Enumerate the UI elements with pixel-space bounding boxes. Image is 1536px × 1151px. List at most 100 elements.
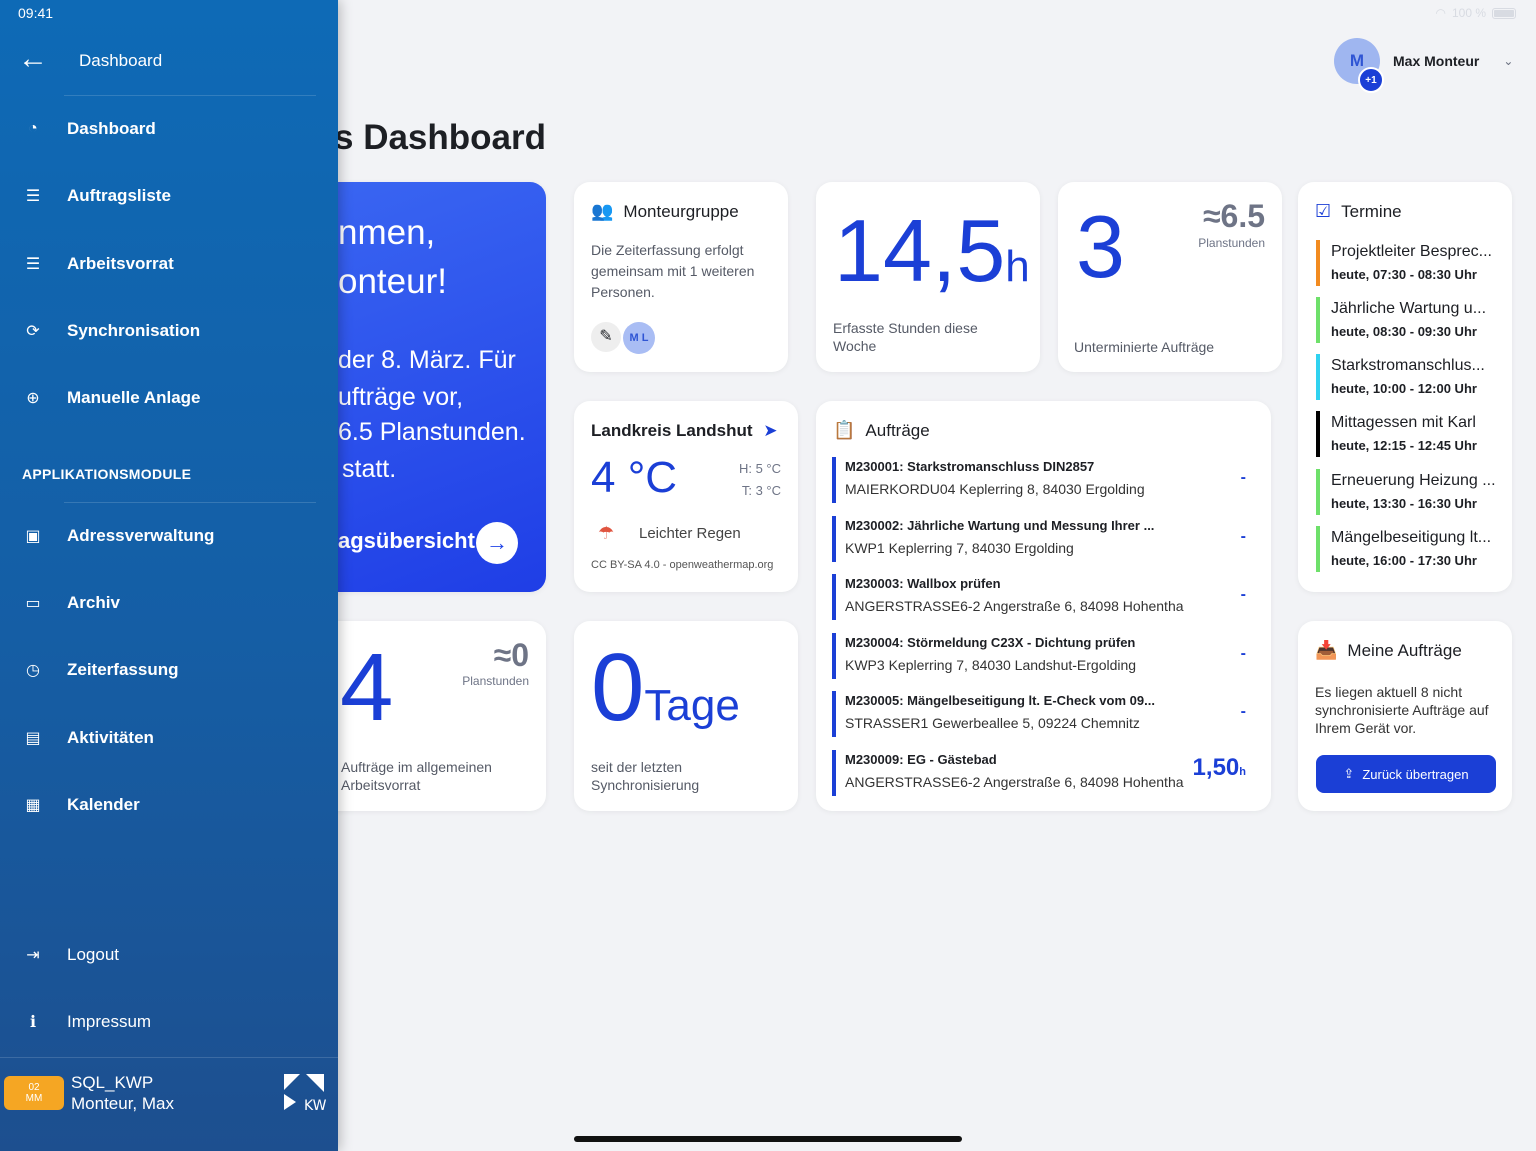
- sidebar-item-synchronisation[interactable]: ⟳ Synchronisation: [0, 311, 338, 351]
- chevron-down-icon[interactable]: ⌄: [1503, 54, 1513, 68]
- sidebar-item-auftragsliste[interactable]: ☰ Auftragsliste: [0, 176, 338, 216]
- battery-icon: [1492, 7, 1516, 19]
- order-item[interactable]: M230003: Wallbox prüfen ANGERSTRASSE6-2 A…: [832, 574, 1252, 620]
- calendar-check-icon: ☑: [1315, 201, 1332, 221]
- sidebar: ← Dashboard ◔ Dashboard ☰ Auftragsliste …: [0, 0, 338, 1151]
- unscheduled-card[interactable]: 3 ≈6.5 Planstunden Unterminierte Aufträg…: [1058, 182, 1282, 372]
- user-menu[interactable]: M +1 Max Monteur ⌄: [1334, 38, 1513, 93]
- order-item[interactable]: M230001: Starkstromanschluss DIN2857 MAIE…: [832, 457, 1252, 503]
- back-arrow-icon[interactable]: ←: [18, 44, 48, 74]
- welcome-link[interactable]: agsübersicht: [338, 528, 475, 554]
- svg-text:KWP: KWP: [304, 1098, 326, 1114]
- sync-label: seit der letzten Synchronisierung: [591, 759, 700, 793]
- list-icon: ☰: [25, 256, 41, 273]
- order-hours-value: -: [1240, 645, 1246, 662]
- hours-unit: h: [1005, 242, 1030, 291]
- general-value: 4: [340, 634, 394, 741]
- sidebar-item-zeiterfassung[interactable]: ◷ Zeiterfassung: [0, 650, 338, 690]
- order-item[interactable]: M230009: EG - Gästebad ANGERSTRASSE6-2 An…: [832, 750, 1252, 796]
- appointment-title: Mängelbeseitigung lt...: [1331, 529, 1492, 546]
- order-item[interactable]: M230005: Mängelbeseitigung lt. E-Check v…: [832, 691, 1252, 737]
- avatar[interactable]: M +1: [1334, 38, 1384, 93]
- sidebar-item-logout[interactable]: ⇥ Logout: [0, 935, 338, 975]
- weather-low: T: 3 °C: [741, 483, 781, 498]
- appointment-title: Starkstromanschlus...: [1331, 357, 1485, 374]
- order-hours: -: [1241, 469, 1246, 487]
- appointment-time: heute, 13:30 - 16:30 Uhr: [1331, 496, 1477, 511]
- user-badge-top: 02: [28, 1082, 40, 1093]
- order-address: MAIERKORDU04 Keplerring 8, 84030 Ergoldi…: [845, 481, 1145, 497]
- weather-credit: CC BY-SA 4.0 - openweathermap.org: [591, 559, 774, 571]
- appointment-title: Erneuerung Heizung ...: [1331, 472, 1496, 489]
- order-title: M230003: Wallbox prüfen: [845, 576, 1001, 591]
- welcome-line-4: ufträge vor,: [338, 383, 464, 411]
- sidebar-item-dashboard[interactable]: ◔ Dashboard: [0, 109, 338, 149]
- status-time: 09:41: [18, 5, 54, 21]
- sidebar-item-adressverwaltung[interactable]: ▣ Adressverwaltung: [0, 516, 338, 556]
- welcome-line-6: statt.: [342, 455, 397, 483]
- order-address: ANGERSTRASSE6-2 Angerstraße 6, 84098 Hoh…: [845, 598, 1184, 614]
- order-hours: -: [1241, 586, 1246, 604]
- sidebar-item-label: Adressverwaltung: [67, 526, 215, 545]
- appointment-item[interactable]: Mittagessen mit Karl heute, 12:15 - 12:45…: [1316, 411, 1500, 457]
- appointment-item[interactable]: Mängelbeseitigung lt... heute, 16:00 - 17…: [1316, 526, 1500, 572]
- rain-icon: ☂: [598, 523, 615, 543]
- clipboard-check-icon: 📋: [833, 420, 856, 440]
- sidebar-item-label: Archiv: [67, 593, 120, 612]
- contact-book-icon: ▣: [25, 528, 41, 545]
- sidebar-item-label: Synchronisation: [67, 321, 201, 340]
- order-hours: -: [1241, 528, 1246, 546]
- plus-circle-icon: ⊕: [26, 390, 40, 407]
- divider: [0, 1057, 338, 1058]
- sidebar-item-archiv[interactable]: ▭ Archiv: [0, 583, 338, 623]
- user-name: Max Monteur: [1393, 53, 1480, 69]
- appointment-item[interactable]: Erneuerung Heizung ... heute, 13:30 - 16:…: [1316, 469, 1500, 515]
- divider: [64, 502, 316, 503]
- order-hours-value: -: [1240, 586, 1246, 603]
- sidebar-item-label: Logout: [67, 945, 119, 964]
- kwp-logo: KWP: [284, 1074, 326, 1114]
- order-item[interactable]: M230004: Störmeldung C23X - Dichtung prü…: [832, 633, 1252, 679]
- order-hours-value: -: [1240, 528, 1246, 545]
- clipboard-icon: ▤: [25, 730, 41, 747]
- sidebar-item-manuelle-anlage[interactable]: ⊕ Manuelle Anlage: [0, 378, 338, 418]
- arrow-right-icon[interactable]: →: [476, 522, 518, 564]
- unscheduled-plan-label: Planstunden: [1198, 236, 1265, 250]
- user-badge-bottom: MM: [25, 1093, 43, 1104]
- sidebar-header: Dashboard: [79, 51, 163, 70]
- welcome-line-5: 6.5 Planstunden.: [338, 418, 526, 446]
- appointment-item[interactable]: Starkstromanschlus... heute, 10:00 - 12:0…: [1316, 354, 1500, 400]
- order-address: ANGERSTRASSE6-2 Angerstraße 6, 84098 Hoh…: [845, 774, 1184, 790]
- upload-back-label: Zurück übertragen: [1362, 766, 1469, 782]
- home-indicator[interactable]: [574, 1136, 962, 1142]
- sidebar-item-label: Auftragsliste: [67, 186, 171, 205]
- location-arrow-icon: ➤: [763, 421, 778, 440]
- order-hours-value: -: [1240, 703, 1246, 720]
- hours-value: 14,5: [834, 201, 1006, 300]
- order-address: KWP1 Keplerring 7, 84030 Ergolding: [845, 540, 1074, 556]
- sidebar-item-arbeitsvorrat[interactable]: ☰ Arbeitsvorrat: [0, 244, 338, 284]
- monteurgruppe-title: Monteurgruppe: [623, 201, 739, 221]
- status-indicators: ◠ 100 %: [1435, 6, 1516, 20]
- weather-temp: 4 °C: [591, 453, 678, 502]
- orders-title-row: 📋 Aufträge: [833, 420, 930, 441]
- order-item[interactable]: M230002: Jährliche Wartung und Messung I…: [832, 516, 1252, 562]
- appointment-item[interactable]: Jährliche Wartung u... heute, 08:30 - 09:…: [1316, 297, 1500, 343]
- sidebar-item-label: Arbeitsvorrat: [67, 254, 174, 273]
- appointment-item[interactable]: Projektleiter Besprec... heute, 07:30 - 0…: [1316, 240, 1500, 286]
- sidebar-item-kalender[interactable]: ▦ Kalender: [0, 785, 338, 825]
- sidebar-item-label: Impressum: [67, 1012, 152, 1031]
- order-title: M230009: EG - Gästebad: [845, 752, 997, 767]
- hours-card[interactable]: 14,5h Erfasste Stunden diese Woche: [816, 182, 1040, 372]
- sync-unit: Tage: [644, 681, 740, 730]
- member-avatar-image: ✎: [591, 322, 621, 352]
- order-address: KWP3 Keplerring 7, 84030 Landshut-Ergold…: [845, 657, 1137, 673]
- upload-back-button[interactable]: ⇪ Zurück übertragen: [1316, 755, 1496, 793]
- sidebar-item-impressum[interactable]: ℹ Impressum: [0, 1002, 338, 1042]
- weather-desc: Leichter Regen: [639, 525, 741, 542]
- battery-label: 100 %: [1451, 6, 1486, 20]
- appointment-time: heute, 07:30 - 08:30 Uhr: [1331, 267, 1477, 282]
- sidebar-item-aktivitaeten[interactable]: ▤ Aktivitäten: [0, 718, 338, 758]
- weather-card: Landkreis Landshut ➤ 4 °C H: 5 °C T: 3 °…: [574, 401, 798, 592]
- sync-card[interactable]: 0Tage seit der letzten Synchronisierung: [574, 621, 798, 811]
